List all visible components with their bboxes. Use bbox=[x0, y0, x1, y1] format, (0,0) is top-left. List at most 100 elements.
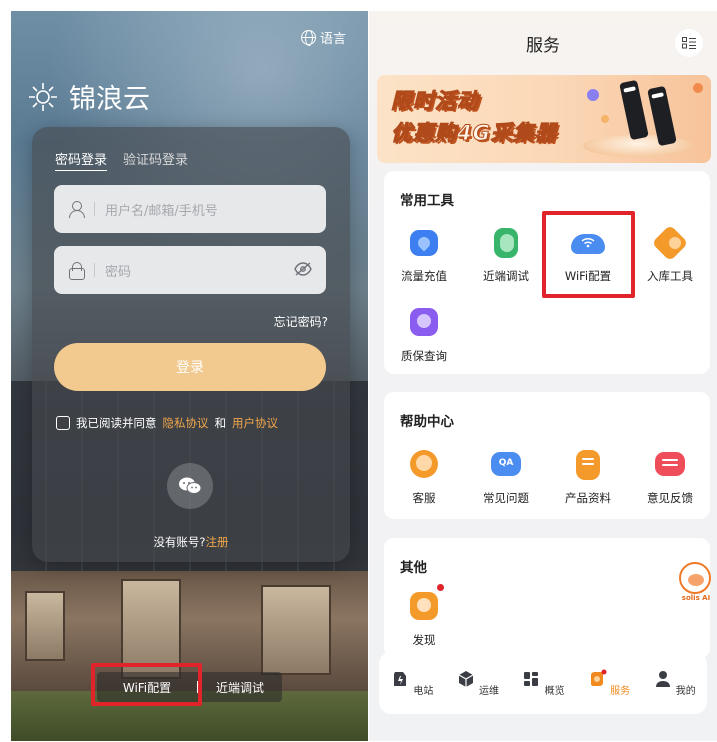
tool-label: 入库工具 bbox=[647, 269, 693, 283]
decor-ball bbox=[601, 115, 609, 123]
tab-label: 我的 bbox=[675, 686, 696, 697]
help-faq[interactable]: QA 常见问题 bbox=[466, 450, 546, 506]
page-title: 服务 bbox=[526, 36, 560, 56]
tab-label: 概览 bbox=[544, 686, 565, 697]
tool-warranty[interactable]: 质保查询 bbox=[384, 308, 464, 364]
forgot-password-link[interactable]: 忘记密码? bbox=[274, 313, 328, 330]
tab-code-login[interactable]: 验证码登录 bbox=[123, 149, 188, 171]
other-title: 其他 bbox=[400, 560, 427, 576]
overview-icon bbox=[524, 672, 539, 686]
help-label: 客服 bbox=[412, 491, 436, 505]
collector-device-image bbox=[619, 79, 649, 141]
tab-service[interactable]: 服务 bbox=[579, 669, 639, 697]
tab-label: 运维 bbox=[478, 686, 499, 697]
help-center-title: 帮助中心 bbox=[400, 414, 454, 430]
house-window bbox=[121, 579, 181, 679]
field-divider bbox=[94, 202, 95, 216]
globe-icon bbox=[300, 30, 316, 46]
privacy-policy-link[interactable]: 隐私协议 bbox=[163, 415, 209, 431]
faq-badge: QA bbox=[498, 458, 514, 468]
list-menu-icon bbox=[682, 37, 696, 49]
username-placeholder: 用户名/邮箱/手机号 bbox=[105, 203, 218, 219]
wechat-icon bbox=[179, 477, 202, 494]
register-row: 没有账号?注册 bbox=[32, 534, 350, 550]
product-docs-icon bbox=[571, 450, 605, 480]
maintenance-icon bbox=[458, 671, 474, 687]
common-tools-title: 常用工具 bbox=[400, 193, 454, 209]
wifi-config-button[interactable]: WiFi配置 bbox=[97, 679, 197, 696]
no-account-text: 没有账号? bbox=[153, 535, 206, 549]
tool-label: WiFi配置 bbox=[564, 269, 612, 283]
password-placeholder: 密码 bbox=[105, 264, 132, 280]
tab-overview[interactable]: 概览 bbox=[513, 669, 573, 697]
inbound-icon bbox=[651, 224, 689, 262]
screenshot-frame: 语言 锦浪云 密码登录 验证码登录 用户名/邮箱/手机号 密码 忘记密码? 登录… bbox=[0, 0, 717, 742]
tool-recharge[interactable]: 流量充值 bbox=[384, 228, 464, 284]
bottom-tab-bar: 电站 运维 概览 服务 我的 bbox=[379, 652, 707, 714]
profile-icon bbox=[655, 671, 670, 687]
language-label: 语言 bbox=[319, 32, 346, 47]
tool-near-debug[interactable]: 近端调试 bbox=[466, 228, 546, 284]
near-debug-button[interactable]: 近端调试 bbox=[198, 679, 282, 696]
tab-station[interactable]: 电站 bbox=[382, 669, 442, 697]
register-link[interactable]: 注册 bbox=[206, 535, 229, 549]
agree-checkbox[interactable] bbox=[56, 416, 70, 430]
login-button[interactable]: 登录 bbox=[54, 343, 326, 391]
service-icon bbox=[590, 669, 607, 686]
decor-ball bbox=[587, 89, 599, 101]
tab-password-login[interactable]: 密码登录 bbox=[55, 149, 108, 171]
bottom-quick-actions: WiFi配置 近端调试 bbox=[97, 672, 282, 702]
debug-icon bbox=[489, 228, 523, 258]
menu-button[interactable] bbox=[675, 29, 703, 57]
password-input[interactable]: 密码 bbox=[54, 246, 326, 294]
ai-label: solis AI bbox=[681, 594, 711, 602]
services-screen: 服务 限时活动 优惠购4G采集器 常用工具 流量充值 近端调试 WiFi配置 入… bbox=[369, 11, 717, 741]
tool-label: 流量充值 bbox=[401, 269, 447, 283]
recharge-icon bbox=[407, 228, 441, 258]
warranty-icon bbox=[407, 308, 441, 338]
tool-wifi-config[interactable]: WiFi配置 bbox=[548, 228, 628, 284]
agree-prefix: 我已阅读并同意 bbox=[76, 416, 157, 430]
lock-icon bbox=[68, 262, 85, 280]
brand-header: 锦浪云 bbox=[27, 77, 150, 116]
station-icon bbox=[394, 672, 407, 686]
help-label: 产品资料 bbox=[565, 491, 611, 505]
banner-line-1: 限时活动 bbox=[391, 89, 479, 114]
house-window bbox=[261, 585, 331, 675]
other-panel: 其他 发现 bbox=[384, 538, 710, 658]
other-discover[interactable]: 发现 bbox=[384, 584, 464, 648]
faq-icon: QA bbox=[489, 450, 523, 480]
wechat-login-button[interactable] bbox=[167, 463, 213, 509]
help-feedback[interactable]: 意见反馈 bbox=[630, 450, 710, 506]
language-switch[interactable]: 语言 bbox=[300, 28, 346, 47]
help-center-panel: 帮助中心 客服 QA 常见问题 产品资料 意见反馈 bbox=[384, 392, 710, 519]
agreement-row: 我已阅读并同意 隐私协议 和 用户协议 bbox=[56, 415, 278, 431]
help-label: 常见问题 bbox=[483, 491, 529, 505]
tool-inbound[interactable]: 入库工具 bbox=[630, 224, 710, 284]
tool-label: 近端调试 bbox=[483, 269, 529, 283]
sun-logo-icon bbox=[27, 81, 59, 113]
help-customer-service[interactable]: 客服 bbox=[384, 450, 464, 506]
field-divider bbox=[94, 263, 95, 277]
login-screen: 语言 锦浪云 密码登录 验证码登录 用户名/邮箱/手机号 密码 忘记密码? 登录… bbox=[11, 11, 368, 741]
feedback-icon bbox=[653, 450, 687, 480]
banner-line-2: 优惠购4G采集器 bbox=[391, 121, 557, 146]
eye-off-icon[interactable] bbox=[294, 262, 312, 276]
solis-ai-button[interactable]: solis AI bbox=[679, 562, 713, 602]
user-agreement-link[interactable]: 用户协议 bbox=[232, 415, 278, 431]
help-product-docs[interactable]: 产品资料 bbox=[548, 450, 628, 506]
wifi-config-icon bbox=[571, 228, 605, 258]
common-tools-panel: 常用工具 流量充值 近端调试 WiFi配置 入库工具 质保查询 bbox=[384, 171, 710, 374]
login-tabs: 密码登录 验证码登录 bbox=[55, 149, 188, 171]
tab-label: 电站 bbox=[413, 686, 434, 697]
login-card: 密码登录 验证码登录 用户名/邮箱/手机号 密码 忘记密码? 登录 我已阅读并同… bbox=[32, 127, 350, 562]
promo-banner[interactable]: 限时活动 优惠购4G采集器 bbox=[377, 75, 711, 163]
brand-name: 锦浪云 bbox=[69, 84, 150, 115]
tab-profile[interactable]: 我的 bbox=[644, 669, 704, 697]
user-icon bbox=[68, 201, 85, 218]
username-input[interactable]: 用户名/邮箱/手机号 bbox=[54, 185, 326, 233]
tab-maintenance[interactable]: 运维 bbox=[447, 669, 507, 697]
house-window bbox=[25, 591, 65, 661]
help-label: 意见反馈 bbox=[647, 491, 693, 505]
new-dot bbox=[437, 584, 444, 591]
